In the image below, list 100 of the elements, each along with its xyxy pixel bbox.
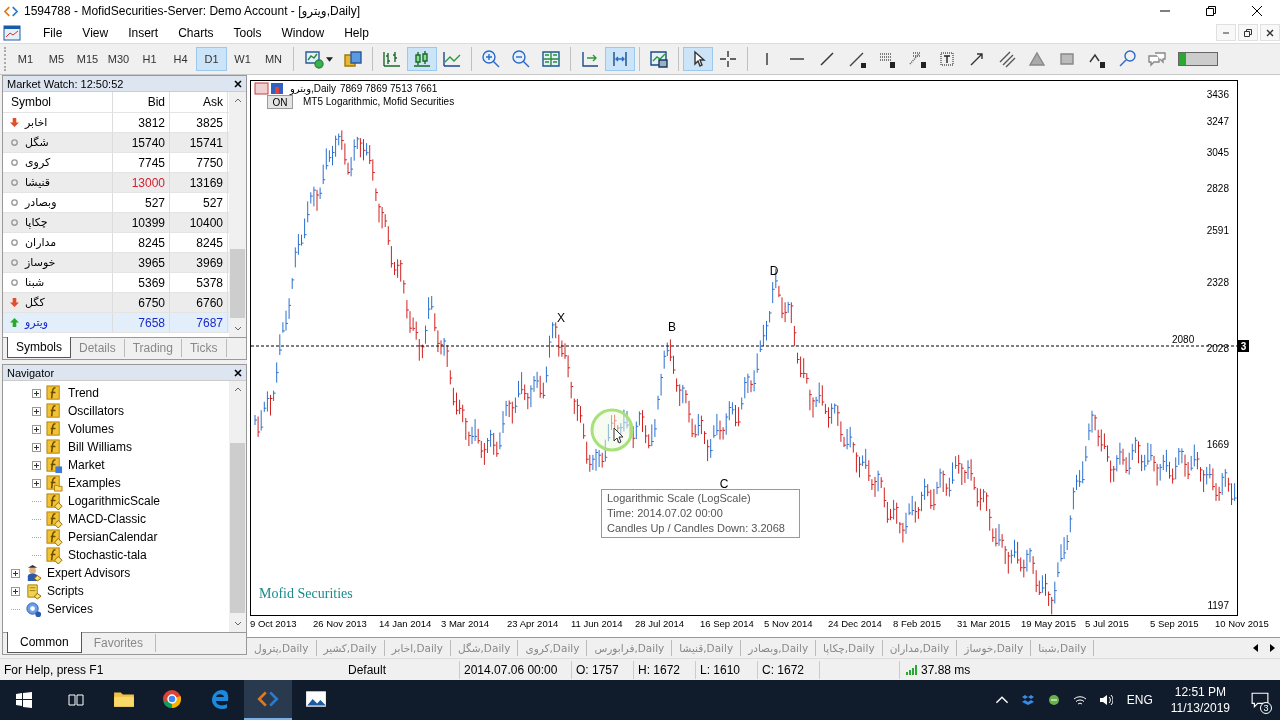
scroll-down-icon[interactable]	[233, 326, 242, 331]
timeframe-button[interactable]: H1	[134, 47, 165, 71]
cursor-button[interactable]	[683, 47, 713, 71]
candlestick-button[interactable]	[407, 47, 437, 71]
navigator-item[interactable]: Trend	[68, 386, 99, 400]
coins-icon	[343, 49, 363, 69]
scroll-left-icon[interactable]	[1253, 644, 1259, 652]
menu-item[interactable]: File	[33, 23, 73, 42]
chart-window-icon[interactable]	[3, 24, 21, 41]
date-label: 23 Apr 2014	[507, 618, 559, 629]
navigator-item[interactable]: Examples	[68, 476, 121, 490]
expand-toggle-icon[interactable]	[11, 568, 20, 578]
column-header[interactable]: Symbol	[3, 92, 113, 112]
ask-cell: 527	[170, 193, 228, 212]
task-view-icon[interactable]	[68, 692, 84, 708]
navigator-item[interactable]: LogarithmicScale	[68, 494, 161, 508]
timeframe-button[interactable]: M5	[41, 47, 72, 71]
windows-start-icon[interactable]	[16, 692, 32, 708]
timeframe-button[interactable]: H4	[165, 47, 196, 71]
scroll-right-icon[interactable]	[1269, 644, 1275, 652]
timeframe-button[interactable]: M1	[10, 47, 41, 71]
scroll-up-icon[interactable]	[233, 387, 242, 392]
timeframe-button[interactable]: W1	[227, 47, 258, 71]
symbol-cell: قنیشا	[25, 176, 51, 189]
image-icon	[305, 689, 327, 709]
navigator-item[interactable]: MACD-Classic	[68, 512, 146, 526]
code-editor-button[interactable]	[244, 680, 292, 720]
navigator-item[interactable]: Market	[68, 458, 105, 472]
bid-cell: 5369	[113, 273, 170, 292]
symbol-cell: کگل	[25, 296, 45, 309]
navigator-item[interactable]: Bill Williams	[68, 440, 132, 454]
language-indicator[interactable]: ENG	[1126, 693, 1153, 707]
scrollbar[interactable]	[229, 381, 246, 632]
expand-toggle-icon[interactable]	[32, 460, 41, 470]
ask-cell: 10400	[170, 213, 228, 232]
date-label: 14 Jan 2014	[379, 618, 432, 629]
expand-toggle-icon[interactable]	[32, 406, 41, 416]
auto-scroll-button[interactable]	[605, 47, 635, 71]
navigator-item[interactable]: Volumes	[68, 422, 115, 436]
bar-chart-icon	[382, 49, 402, 69]
navigator-item[interactable]: PersianCalendar	[68, 530, 158, 544]
expand-toggle-icon[interactable]	[32, 442, 41, 452]
expand-toggle-icon[interactable]	[11, 586, 20, 596]
menu-item[interactable]: Help	[334, 23, 379, 42]
search-icon	[1117, 49, 1137, 69]
restore-button[interactable]	[1238, 24, 1258, 41]
navigator-item[interactable]: Stochastic-tala	[68, 548, 147, 562]
expand-toggle-icon[interactable]	[32, 388, 41, 398]
panel-tab[interactable]: Common	[7, 632, 82, 653]
menu-item[interactable]: View	[72, 23, 119, 42]
menu-item[interactable]: Tools	[223, 23, 272, 42]
timeframe-button[interactable]: M30	[103, 47, 134, 71]
expand-toggle-icon[interactable]	[32, 424, 41, 434]
menu-item[interactable]: Insert	[118, 23, 169, 42]
speaker-icon[interactable]	[1098, 694, 1113, 706]
clock[interactable]: 12:51 PM 11/13/2019	[1170, 684, 1230, 716]
date-label: 28 Jul 2014	[635, 618, 685, 629]
help-text: For Help, press F1	[3, 661, 105, 679]
expand-toggle-icon[interactable]	[32, 478, 41, 488]
box-icon[interactable]	[1020, 694, 1035, 706]
navigator-item[interactable]: Scripts	[47, 584, 84, 598]
price-label: 3045	[1206, 147, 1229, 158]
notification-button[interactable]: 3	[1240, 680, 1280, 720]
price-label: 1197	[1207, 600, 1229, 611]
close-icon[interactable]	[234, 368, 242, 377]
close-button[interactable]	[1260, 24, 1280, 41]
scroll-down-icon[interactable]	[233, 621, 242, 626]
restore-icon	[1206, 6, 1216, 16]
candlestick-icon	[412, 49, 432, 69]
timeframe-button[interactable]: D1	[196, 47, 227, 71]
chart-add-icon	[303, 49, 324, 69]
column-header[interactable]: Ask	[170, 92, 228, 112]
close-icon[interactable]	[234, 79, 242, 88]
menu-item[interactable]: Window	[271, 23, 335, 42]
menu-item[interactable]: Charts	[168, 23, 224, 42]
column-header[interactable]: Bid	[113, 92, 170, 112]
panel-tab[interactable]: Symbols	[7, 337, 71, 358]
pattern-point-label: X	[557, 311, 565, 325]
level-line[interactable]	[250, 345, 1238, 347]
scrollbar[interactable]	[229, 92, 246, 337]
bid-cell: 7658	[113, 313, 170, 332]
navigator-item[interactable]: Expert Advisors	[47, 566, 131, 580]
chevron-up-icon[interactable]	[994, 694, 1009, 706]
folder-icon	[113, 689, 135, 709]
scroll-up-icon[interactable]	[233, 98, 242, 103]
wifi-icon[interactable]	[1072, 694, 1087, 706]
price-label: 1669	[1206, 439, 1229, 450]
timeframe-button[interactable]: MN	[258, 47, 289, 71]
ask-cell: 13169	[170, 173, 228, 192]
chart-symbol: ویترو,Daily	[290, 83, 336, 94]
on-button[interactable]: ON	[267, 95, 293, 109]
price-label: 2828	[1206, 183, 1229, 194]
navigator-item[interactable]: Services	[47, 602, 93, 616]
bar-time: 2014.07.06 00:00	[460, 660, 572, 679]
timeframe-button[interactable]: M15	[72, 47, 103, 71]
symbol-cell: وبصادر	[25, 196, 57, 209]
close-icon	[1266, 28, 1274, 37]
app-tray-icon[interactable]	[1046, 694, 1061, 706]
chart-header-icon	[254, 82, 283, 95]
navigator-item[interactable]: Oscillators	[68, 404, 124, 418]
